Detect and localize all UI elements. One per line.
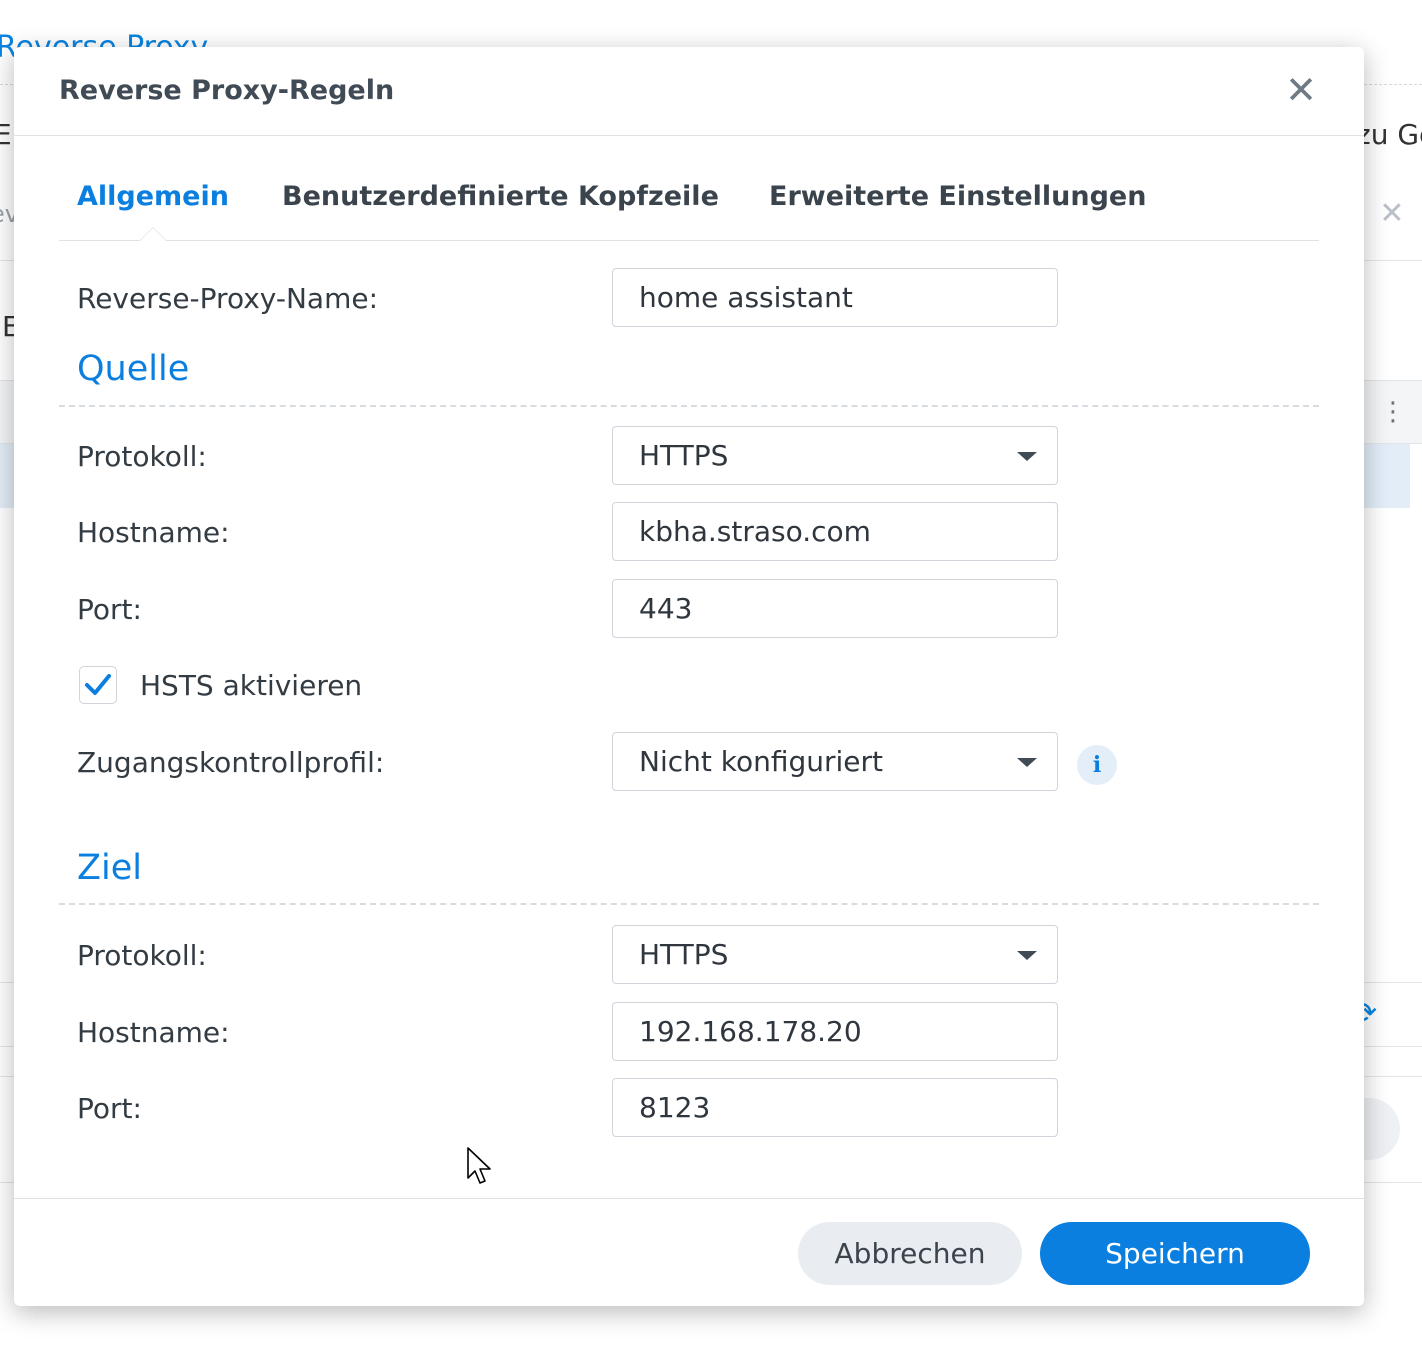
source-protocol-value: HTTPS: [639, 439, 729, 472]
tab-allgemein[interactable]: Allgemein: [77, 181, 229, 212]
checkmark-icon: [85, 674, 111, 695]
source-protocol-label: Protokoll:: [77, 440, 207, 473]
hsts-checkbox[interactable]: [79, 666, 117, 704]
target-section-divider: [59, 903, 1319, 905]
background-close-icon[interactable]: ✕: [1376, 198, 1408, 230]
active-tab-indicator: [139, 227, 167, 241]
source-port-input[interactable]: [612, 579, 1058, 638]
chevron-down-icon: [1017, 758, 1037, 767]
reverse-proxy-name-input[interactable]: [612, 268, 1058, 327]
source-hostname-label: Hostname:: [77, 516, 230, 549]
access-control-select[interactable]: Nicht konfiguriert: [612, 732, 1058, 791]
close-icon[interactable]: ✕: [1284, 71, 1318, 109]
info-icon[interactable]: i: [1077, 745, 1117, 785]
source-section-title: Quelle: [77, 349, 190, 389]
target-protocol-value: HTTPS: [639, 938, 729, 971]
chevron-down-icon: [1017, 951, 1037, 960]
more-options-icon[interactable]: ⋮: [1380, 396, 1406, 428]
target-protocol-select[interactable]: HTTPS: [612, 925, 1058, 984]
source-hostname-input[interactable]: [612, 502, 1058, 561]
reverse-proxy-name-label: Reverse-Proxy-Name:: [77, 282, 378, 315]
target-protocol-label: Protokoll:: [77, 939, 207, 972]
chevron-down-icon: [1017, 452, 1037, 461]
mouse-cursor-icon: [467, 1147, 491, 1184]
reverse-proxy-dialog: Reverse Proxy-Regeln ✕ Allgemein Benutze…: [14, 47, 1364, 1306]
save-button[interactable]: Speichern: [1040, 1222, 1310, 1285]
target-port-label: Port:: [77, 1092, 142, 1125]
target-hostname-input[interactable]: [612, 1002, 1058, 1061]
target-section-title: Ziel: [77, 848, 142, 888]
tab-benutzerdefinierte-kopfzeile[interactable]: Benutzerdefinierte Kopfzeile: [282, 181, 719, 212]
target-hostname-label: Hostname:: [77, 1016, 230, 1049]
access-control-label: Zugangskontrollprofil:: [77, 746, 385, 779]
cancel-button[interactable]: Abbrechen: [798, 1222, 1022, 1285]
source-protocol-select[interactable]: HTTPS: [612, 426, 1058, 485]
tab-erweiterte-einstellungen[interactable]: Erweiterte Einstellungen: [769, 181, 1146, 212]
title-divider: [14, 135, 1364, 136]
tab-bar: Allgemein Benutzerdefinierte Kopfzeile E…: [59, 165, 1319, 241]
hsts-label[interactable]: HSTS aktivieren: [140, 669, 362, 702]
footer-divider: [14, 1198, 1364, 1199]
source-port-label: Port:: [77, 593, 142, 626]
target-port-input[interactable]: [612, 1078, 1058, 1137]
source-section-divider: [59, 405, 1319, 407]
background-text-fragment: zu Ge: [1356, 118, 1422, 151]
access-control-value: Nicht konfiguriert: [639, 745, 884, 778]
dialog-title: Reverse Proxy-Regeln: [59, 75, 395, 106]
